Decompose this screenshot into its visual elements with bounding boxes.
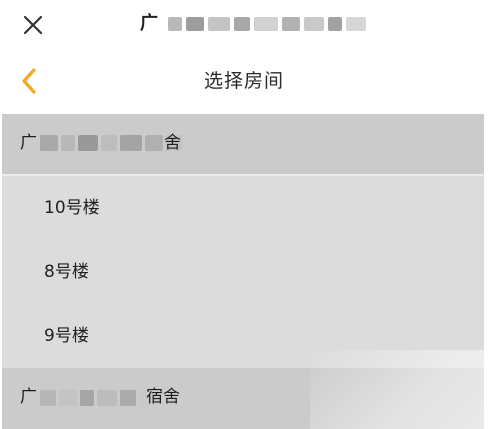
building-label: 8号楼 [44, 262, 89, 282]
nav-header: 选择房间 [0, 50, 488, 112]
close-icon [18, 10, 48, 40]
redacted-text-mask [40, 135, 182, 151]
building-label: 10号楼 [44, 198, 100, 218]
list-item-building[interactable]: 9号楼 [2, 304, 484, 366]
group-label-end: 宿舍 [146, 387, 180, 407]
close-button[interactable] [18, 10, 48, 40]
list-item-building[interactable]: 8号楼 [2, 240, 484, 302]
list-item-building[interactable]: 10号楼 [2, 176, 484, 238]
window-title-text: 广 [140, 13, 158, 34]
redacted-text-mask [40, 390, 157, 406]
top-bar: 广 [0, 0, 488, 50]
room-list: 广 舍 10号楼 8号楼 9号楼 广 宿舍 [2, 114, 484, 429]
page-title: 选择房间 [203, 70, 284, 92]
building-label: 9号楼 [44, 326, 89, 346]
redacted-text-mask [168, 17, 366, 31]
window-title: 广 [140, 11, 366, 37]
group-header-2[interactable]: 广 宿舍 [2, 368, 484, 429]
group-header-1[interactable]: 广 舍 [2, 114, 484, 174]
group-label-end: 舍 [164, 133, 181, 153]
group-label-start: 广 [20, 133, 37, 153]
group-label-start: 广 [20, 387, 37, 407]
